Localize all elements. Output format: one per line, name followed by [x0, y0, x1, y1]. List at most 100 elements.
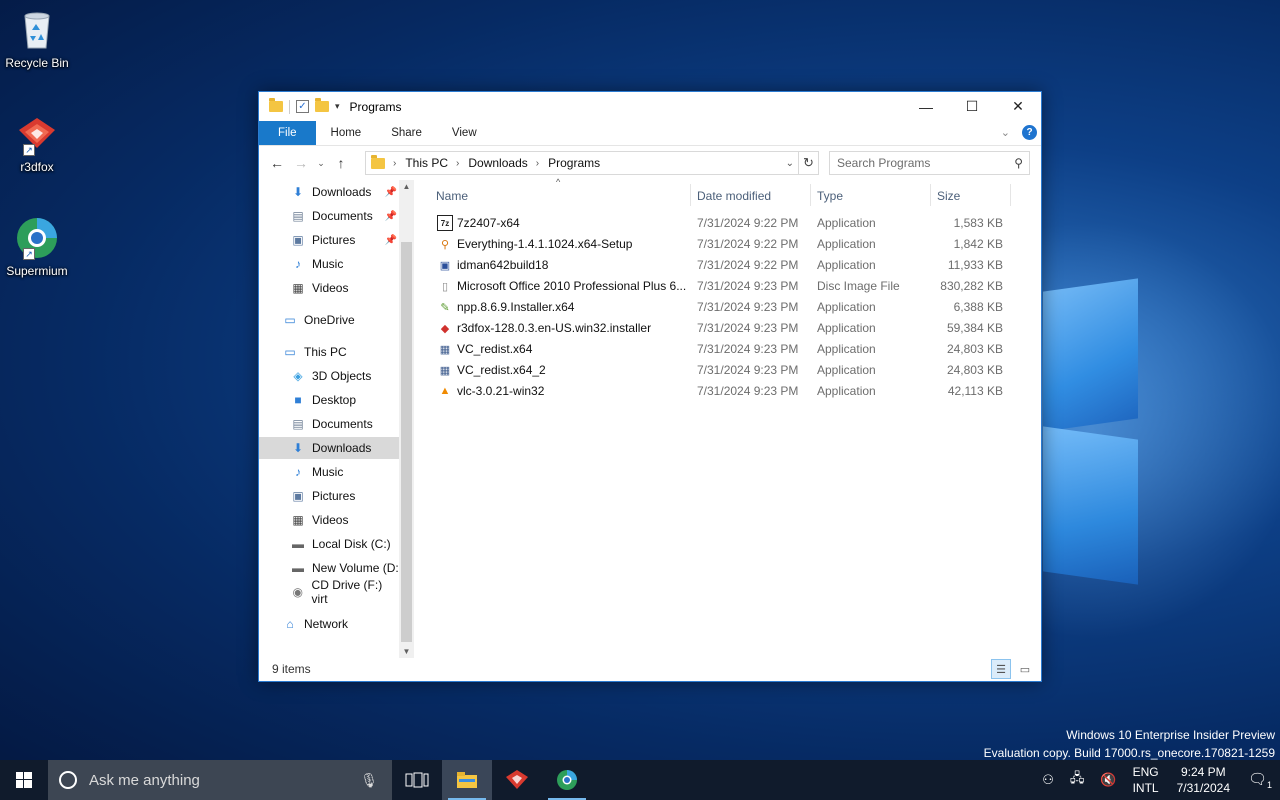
desktop-icon-r3dfox[interactable]: ↗ r3dfox	[2, 112, 72, 174]
breadcrumb-this-pc[interactable]: This PC	[405, 156, 448, 170]
desktop-icon-supermium[interactable]: ↗ Supermium	[2, 216, 72, 278]
file-name: vlc-3.0.21-win32	[457, 384, 545, 398]
nav-item-videos-quick[interactable]: ▦ Videos	[259, 277, 399, 299]
scroll-down-arrow-icon[interactable]: ▼	[399, 647, 414, 656]
column-header-name[interactable]: Name	[436, 185, 468, 207]
navigation-pane-scrollbar[interactable]: ▲ ▼	[399, 180, 414, 658]
refresh-button[interactable]: ↻	[799, 151, 819, 175]
nav-item-downloads[interactable]: ⬇ Downloads	[259, 437, 399, 459]
column-divider[interactable]	[810, 184, 811, 206]
nav-item-documents-quick[interactable]: ▤ Documents 📌	[259, 205, 399, 227]
scrollbar-thumb[interactable]	[401, 242, 412, 642]
address-bar[interactable]: › This PC › Downloads › Programs ⌄	[365, 151, 799, 175]
file-row[interactable]: ▦ VC_redist.x64 7/31/2024 9:23 PM Applicati…	[429, 339, 1029, 360]
file-row[interactable]: ✎ npp.8.6.9.Installer.x64 7/31/2024 9:23 P…	[429, 297, 1029, 318]
file-name: npp.8.6.9.Installer.x64	[457, 300, 575, 314]
nav-item-music[interactable]: ♪ Music	[259, 461, 399, 483]
file-row[interactable]: ⚲ Everything-1.4.1.1024.x64-Setup 7/31/202…	[429, 234, 1029, 255]
recent-locations-dropdown[interactable]: ⌄	[313, 158, 329, 169]
address-dropdown-icon[interactable]: ⌄	[786, 158, 794, 169]
breadcrumb-programs[interactable]: Programs	[548, 156, 600, 170]
taskbar-r3dfox[interactable]	[492, 760, 542, 800]
file-date-modified: 7/31/2024 9:23 PM	[697, 342, 799, 356]
new-folder-icon[interactable]	[315, 98, 329, 112]
column-header-type[interactable]: Type	[817, 185, 843, 207]
help-icon[interactable]: ?	[1022, 125, 1037, 140]
desktop-icon-recycle-bin[interactable]: Recycle Bin	[2, 8, 72, 70]
volume-muted-icon[interactable]: 🔇	[1092, 772, 1124, 788]
nav-item-cd-drive-f[interactable]: ◉ CD Drive (F:) virt	[259, 578, 399, 606]
installer-icon: ▦	[439, 343, 451, 356]
minimize-button[interactable]: —	[903, 92, 949, 121]
nav-item-label: Music	[312, 465, 344, 479]
taskbar-file-explorer[interactable]	[442, 760, 492, 800]
input-language-indicator[interactable]: ENG INTL	[1125, 764, 1167, 796]
network-icon: ⌂	[286, 617, 294, 631]
back-button[interactable]: ←	[265, 155, 289, 171]
nav-item-this-pc[interactable]: ▭ This PC	[259, 341, 399, 363]
tab-view[interactable]: View	[437, 121, 492, 145]
column-divider[interactable]	[690, 184, 691, 206]
taskbar-supermium[interactable]	[542, 760, 592, 800]
nav-item-3d-objects[interactable]: ◈ 3D Objects	[259, 365, 399, 387]
nav-item-local-disk-c[interactable]: ▬ Local Disk (C:)	[259, 533, 399, 555]
breadcrumb-separator[interactable]: ›	[393, 158, 396, 169]
column-divider[interactable]	[930, 184, 931, 206]
nav-item-downloads-quick[interactable]: ⬇ Downloads 📌	[259, 181, 399, 203]
properties-icon[interactable]: ✓	[296, 100, 309, 113]
tab-share[interactable]: Share	[376, 121, 437, 145]
network-status-icon[interactable]: 🖧	[1062, 769, 1093, 791]
breadcrumb-separator[interactable]: ›	[456, 158, 459, 169]
nav-item-label: Network	[304, 617, 349, 631]
task-view-button[interactable]	[392, 760, 442, 800]
nav-item-onedrive[interactable]: ▭ OneDrive	[259, 309, 399, 331]
up-button[interactable]: ↑	[329, 155, 353, 171]
close-button[interactable]: ✕	[995, 92, 1041, 121]
title-bar[interactable]: ✓ ▾ Programs — ☐ ✕	[259, 92, 1041, 121]
nav-item-desktop[interactable]: ■ Desktop	[259, 389, 399, 411]
file-name: VC_redist.x64_2	[457, 363, 546, 377]
desktop-icon-label: Recycle Bin	[5, 56, 69, 70]
ribbon-tabs: File Home Share View ⌄ ?	[259, 121, 1041, 146]
nav-item-pictures-quick[interactable]: ▣ Pictures 📌	[259, 229, 399, 251]
nav-item-pictures[interactable]: ▣ Pictures	[259, 485, 399, 507]
large-icons-view-icon[interactable]: ▭	[1015, 659, 1035, 679]
customize-toolbar-dropdown-icon[interactable]: ▾	[335, 101, 340, 112]
supermium-icon: ↗	[15, 216, 59, 260]
breadcrumb-separator[interactable]: ›	[536, 158, 539, 169]
tab-home[interactable]: Home	[316, 121, 377, 145]
file-size: 6,388 KB	[953, 300, 1003, 314]
file-row[interactable]: ▯ Microsoft Office 2010 Professional Plus…	[429, 276, 1029, 297]
nav-item-music-quick[interactable]: ♪ Music	[259, 253, 399, 275]
file-row[interactable]: ◆ r3dfox-128.0.3.en-US.win32.installer 7/3…	[429, 318, 1029, 339]
people-icon[interactable]: ⚇	[1034, 772, 1062, 788]
nav-item-network[interactable]: ⌂ Network	[259, 613, 399, 635]
idm-icon: ▣	[439, 259, 451, 272]
forward-button[interactable]: →	[289, 155, 313, 171]
cortana-search-box[interactable]: Ask me anything 🎙	[48, 760, 392, 800]
nav-item-label: Music	[312, 257, 344, 271]
file-row[interactable]: 7z 7z2407-x64 7/31/2024 9:22 PM Application…	[429, 213, 1029, 234]
column-header-size[interactable]: Size	[937, 185, 960, 207]
nav-item-videos[interactable]: ▦ Videos	[259, 509, 399, 531]
notepad-plus-plus-icon: ✎	[440, 301, 450, 314]
file-row[interactable]: ▦ VC_redist.x64_2 7/31/2024 9:23 PM Applica…	[429, 360, 1029, 381]
action-center-button[interactable]: 🗨1	[1240, 770, 1280, 790]
details-view-icon[interactable]: ☰	[991, 659, 1011, 679]
scroll-up-arrow-icon[interactable]: ▲	[399, 182, 414, 191]
file-row[interactable]: ▲ vlc-3.0.21-win32 7/31/2024 9:23 PM Applic…	[429, 381, 1029, 402]
clock[interactable]: 9:24 PM 7/31/2024	[1167, 764, 1240, 796]
column-header-date-modified[interactable]: Date modified	[697, 185, 771, 207]
nav-item-new-volume-d[interactable]: ▬ New Volume (D:	[259, 557, 399, 579]
file-row[interactable]: ▣ idman642build18 7/31/2024 9:22 PM Applica…	[429, 255, 1029, 276]
start-button[interactable]	[0, 760, 48, 800]
search-input[interactable]: Search Programs ⚲	[829, 151, 1030, 175]
file-type: Application	[817, 300, 876, 314]
breadcrumb-downloads[interactable]: Downloads	[468, 156, 527, 170]
tab-file[interactable]: File	[259, 121, 316, 145]
column-divider[interactable]	[1010, 184, 1011, 206]
maximize-button[interactable]: ☐	[949, 92, 995, 121]
nav-item-documents[interactable]: ▤ Documents	[259, 413, 399, 435]
microphone-icon[interactable]: 🎙	[360, 772, 378, 789]
expand-ribbon-chevron-icon[interactable]: ⌄	[1001, 126, 1010, 139]
